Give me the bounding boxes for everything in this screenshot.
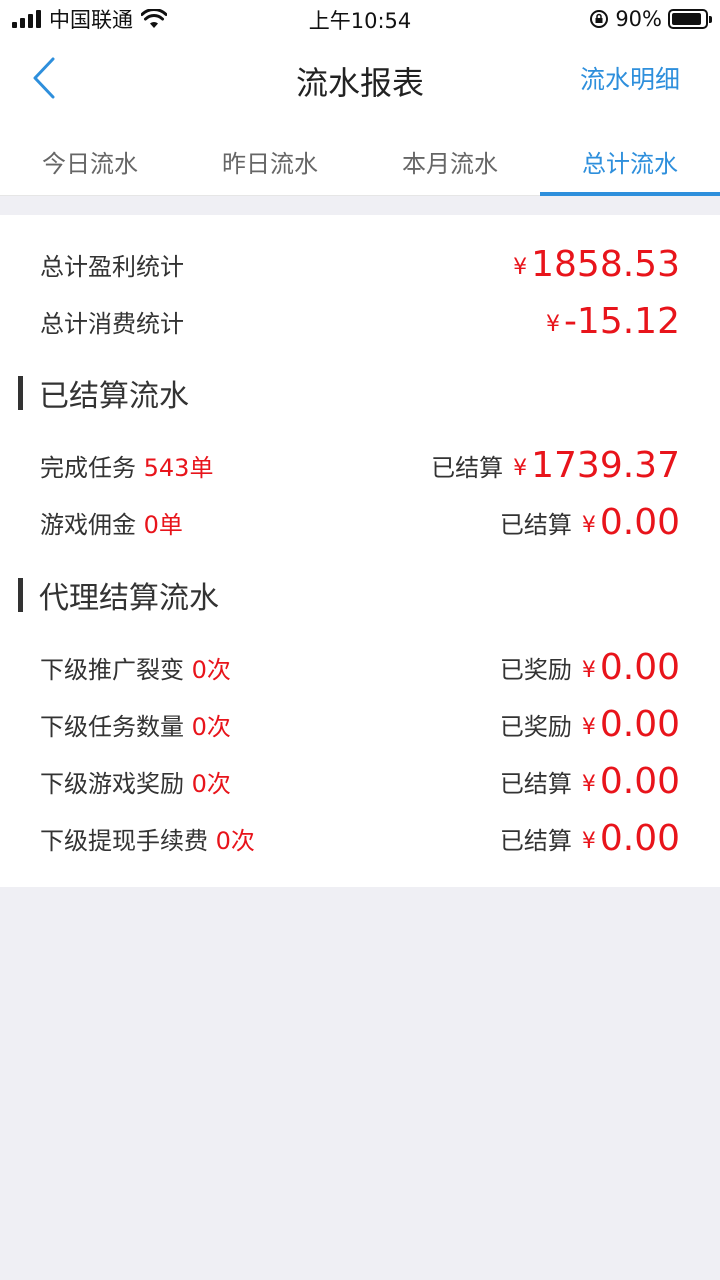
total-consume-row: 总计消费统计 ¥ -15.12 [40,296,680,346]
battery-percent: 90% [615,7,662,31]
row-label: 下级任务数量 [40,712,184,741]
total-profit-label: 总计盈利统计 [40,252,184,281]
tab-total[interactable]: 总计流水 [540,120,720,196]
row-amount: 0.00 [599,703,680,745]
tab-today[interactable]: 今日流水 [0,120,180,195]
row-label: 完成任务 [40,453,136,482]
tab-this-month[interactable]: 本月流水 [360,120,540,195]
flow-detail-link[interactable]: 流水明细 [580,60,680,96]
currency-symbol: ¥ [545,311,560,337]
row-amount: 0.00 [599,501,680,543]
row-status: 已奖励 [499,655,572,684]
signal-icon [12,10,41,28]
chevron-left-icon [33,57,55,99]
currency-symbol: ¥ [581,512,596,538]
status-right: 90% [589,6,712,32]
section-marker [18,376,23,410]
section-title: 已结算流水 [39,379,189,414]
wifi-icon [141,9,167,28]
row-count: 0次 [191,712,231,741]
section-title: 代理结算流水 [39,581,219,616]
total-consume-label: 总计消费统计 [40,309,184,338]
row-count: 543单 [143,453,214,482]
back-button[interactable] [22,52,66,104]
tab-yesterday[interactable]: 昨日流水 [180,120,360,195]
currency-symbol: ¥ [513,455,528,481]
total-profit-amount: 1858.53 [531,243,680,285]
row-label: 游戏佣金 [40,510,136,539]
status-left: 中国联通 [12,6,167,32]
status-bar: 中国联通 上午10:54 90% [0,0,720,38]
row-amount: 0.00 [599,646,680,688]
period-tabs: 今日流水 昨日流水 本月流水 总计流水 [0,120,720,196]
currency-symbol: ¥ [513,254,528,280]
row-label: 下级推广裂变 [40,655,184,684]
row-count: 0次 [191,769,231,798]
row-status: 已结算 [499,769,572,798]
row-status: 已结算 [499,826,572,855]
row-status: 已奖励 [499,712,572,741]
agent-row-task-count: 下级任务数量 0次 已奖励 ¥ 0.00 [40,699,680,749]
battery-icon [668,9,712,29]
row-amount: 1739.37 [531,444,680,486]
currency-symbol: ¥ [581,714,596,740]
rotation-lock-icon [590,10,609,28]
settled-section-header: 已结算流水 [18,371,678,415]
row-status: 已结算 [499,510,572,539]
row-count: 0次 [191,655,231,684]
currency-symbol: ¥ [581,657,596,683]
row-count: 0单 [143,510,183,539]
report-card: 总计盈利统计 ¥ 1858.53 总计消费统计 ¥ -15.12 已结算流水 完… [0,215,720,887]
section-marker [18,578,23,612]
row-amount: 0.00 [599,760,680,802]
row-amount: 0.00 [599,817,680,859]
row-label: 下级提现手续费 [40,826,208,855]
agent-section-header: 代理结算流水 [18,573,678,617]
row-count: 0次 [215,826,255,855]
agent-row-game-reward: 下级游戏奖励 0次 已结算 ¥ 0.00 [40,756,680,806]
carrier-name: 中国联通 [49,8,133,32]
row-status: 已结算 [431,453,504,482]
currency-symbol: ¥ [581,771,596,797]
total-profit-row: 总计盈利统计 ¥ 1858.53 [40,239,680,289]
row-label: 下级游戏奖励 [40,769,184,798]
settled-row-game-commission: 游戏佣金 0单 已结算 ¥ 0.00 [40,497,680,547]
nav-bar: 流水报表 流水明细 [0,38,720,120]
agent-row-referral: 下级推广裂变 0次 已奖励 ¥ 0.00 [40,642,680,692]
agent-row-withdraw-fee: 下级提现手续费 0次 已结算 ¥ 0.00 [40,813,680,863]
settled-row-tasks: 完成任务 543单 已结算 ¥ 1739.37 [40,440,680,490]
total-consume-amount: -15.12 [563,300,680,342]
currency-symbol: ¥ [581,828,596,854]
